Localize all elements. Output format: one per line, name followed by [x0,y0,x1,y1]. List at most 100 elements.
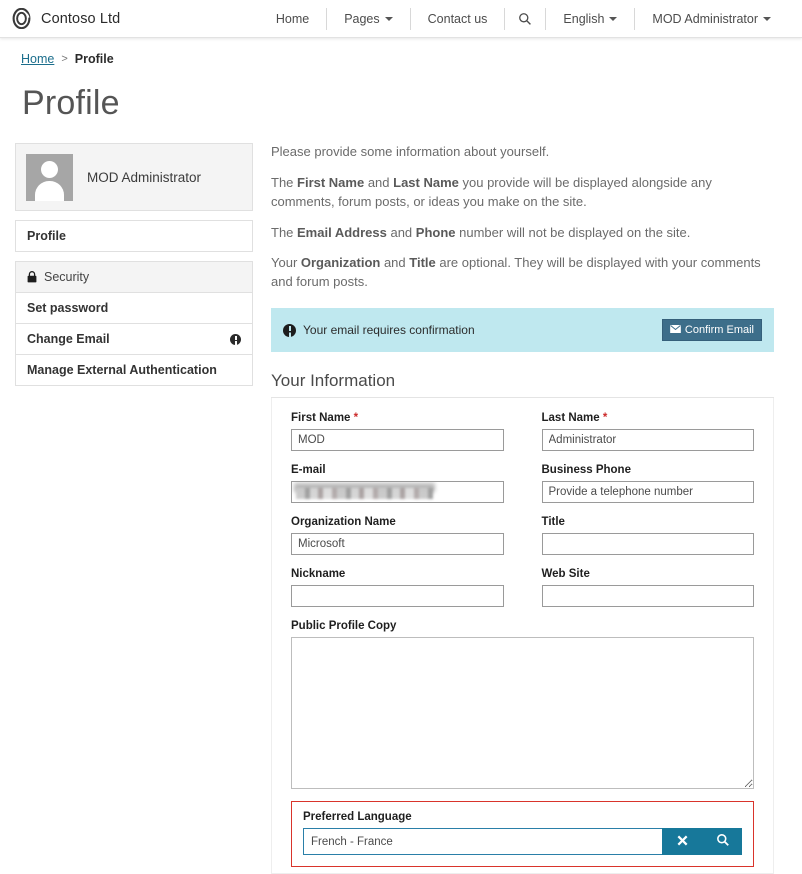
field-web-site: Web Site [541,568,754,608]
brand-name: Contoso Ltd [41,10,121,27]
preferred-language-clear-button[interactable] [662,828,702,856]
lock-icon [27,271,37,283]
label-nickname: Nickname [291,568,346,581]
intro-p4-bold-organization: Organization [300,255,381,271]
primary-nav: Home Pages Contact us English MOD Admini… [259,0,788,38]
sidebar-item-profile[interactable]: Profile [15,220,253,252]
chevron-down-icon [609,16,618,21]
label-organization-name: Organization Name [291,516,396,529]
email-input[interactable] [291,481,504,504]
sidebar: MOD Administrator Profile Security Set p… [15,143,253,386]
nav-item-account[interactable]: MOD Administrator [634,7,788,30]
sidebar-profile-card: MOD Administrator [15,143,253,211]
page-container: Home > Profile Profile MOD Administrator… [0,38,802,874]
sidebar-item-manage-external-authentication-label: Manage External Authentication [27,363,217,377]
breadcrumb-current: Profile [74,52,114,66]
intro-p4-bold-title: Title [409,255,436,271]
first-name-input[interactable] [291,429,504,452]
intro-p2-bold-first-name: First Name [297,174,365,190]
intro-paragraph-1: Please provide some information about yo… [271,144,550,159]
nav-item-home-label: Home [275,11,310,26]
form-row-name: First Name * Last Name * [291,412,754,464]
form-row-nickname-website: Nickname Web Site [291,568,754,620]
intro-paragraph-2: The First Name and Last Name you provide… [271,174,774,212]
nav-item-pages-label: Pages [344,11,380,26]
brand-logo-link[interactable]: Contoso Ltd [11,8,120,29]
label-preferred-language: Preferred Language [303,811,412,824]
label-title: Title [541,516,565,529]
page-layout: MOD Administrator Profile Security Set p… [14,143,788,874]
sidebar-section-security-label: Security [44,270,90,284]
breadcrumb: Home > Profile [14,38,788,70]
sidebar-item-change-email[interactable]: Change Email [15,324,253,355]
breadcrumb-separator: > [61,53,68,65]
nav-item-contact-us-label: Contact us [427,11,488,26]
intro-p3-part1: The [271,224,298,240]
required-marker: * [602,412,608,425]
field-public-profile-copy: Public Profile Copy [291,620,754,790]
profile-form: First Name * Last Name * E-mail Business [271,398,774,874]
field-email: E-mail [291,464,504,504]
nav-item-language-label: English [563,11,605,26]
field-preferred-language: Preferred Language [291,801,754,868]
form-row-organization: Organization Name Title [291,516,754,568]
confirm-email-button[interactable]: Confirm Email [661,319,762,342]
field-title: Title [541,516,754,556]
intro-p3-bold-phone: Phone [415,224,456,240]
email-confirmation-alert: Your email requires confirmation Confirm… [271,308,774,353]
label-first-name-text: First Name [291,412,351,425]
intro-text-block: Please provide some information about yo… [271,143,774,292]
intro-p3-part3: number will not be displayed on the site… [455,224,691,240]
main-content: Please provide some information about yo… [271,143,788,874]
sidebar-item-set-password[interactable]: Set password [15,293,253,324]
field-first-name: First Name * [291,412,504,452]
label-last-name: Last Name * [542,412,755,424]
intro-paragraph-3: The Email Address and Phone number will … [271,224,774,243]
preferred-language-input[interactable] [303,828,662,856]
search-icon [716,833,730,850]
intro-paragraph-4: Your Organization and Title are optional… [271,254,774,292]
intro-p2-bold-last-name: Last Name [393,174,459,190]
user-avatar-placeholder-icon [26,153,73,201]
exclamation-circle-icon [283,323,296,337]
business-phone-input[interactable] [541,481,754,504]
sidebar-profile-nav: Profile [15,220,253,252]
sidebar-item-manage-external-authentication[interactable]: Manage External Authentication [15,355,253,386]
organization-name-input[interactable] [291,533,504,556]
nav-item-contact-us[interactable]: Contact us [409,7,505,30]
alert-message: Your email requires confirmation [303,323,475,338]
intro-p4-part2: and [380,255,410,271]
nickname-input[interactable] [291,585,504,608]
chevron-down-icon [384,16,393,21]
public-profile-copy-textarea[interactable] [291,637,754,790]
intro-p3-bold-email-address: Email Address [297,224,387,240]
web-site-input[interactable] [541,585,754,608]
field-organization-name: Organization Name [291,516,504,556]
last-name-input[interactable] [541,429,754,452]
preferred-language-lookup [303,828,742,856]
required-marker: * [353,412,359,425]
contoso-ring-logo-icon [11,8,32,29]
nav-search-button[interactable] [504,7,545,30]
search-icon [518,12,532,26]
section-title-your-information: Your Information [271,371,774,399]
sidebar-security-nav: Security Set password Change Email Manag… [15,261,253,386]
nav-item-pages[interactable]: Pages [326,7,409,30]
label-web-site: Web Site [541,568,590,581]
preferred-language-search-button[interactable] [702,828,742,856]
label-first-name: First Name * [291,412,504,424]
field-last-name: Last Name * [541,412,755,452]
info-icon [230,333,241,345]
intro-p2-part1: The [271,174,298,190]
sidebar-item-set-password-label: Set password [27,301,109,315]
sidebar-profile-name: MOD Administrator [87,169,202,185]
intro-p3-part2: and [386,224,416,240]
breadcrumb-home-link[interactable]: Home [21,52,54,66]
sidebar-item-profile-label: Profile [27,229,66,243]
top-navigation-bar: Contoso Ltd Home Pages Contact us Englis… [0,0,802,38]
intro-p2-part2: and [364,174,394,190]
title-input[interactable] [541,533,754,556]
nav-item-account-label: MOD Administrator [652,11,758,26]
nav-item-language[interactable]: English [545,7,634,30]
nav-item-home[interactable]: Home [259,8,326,30]
